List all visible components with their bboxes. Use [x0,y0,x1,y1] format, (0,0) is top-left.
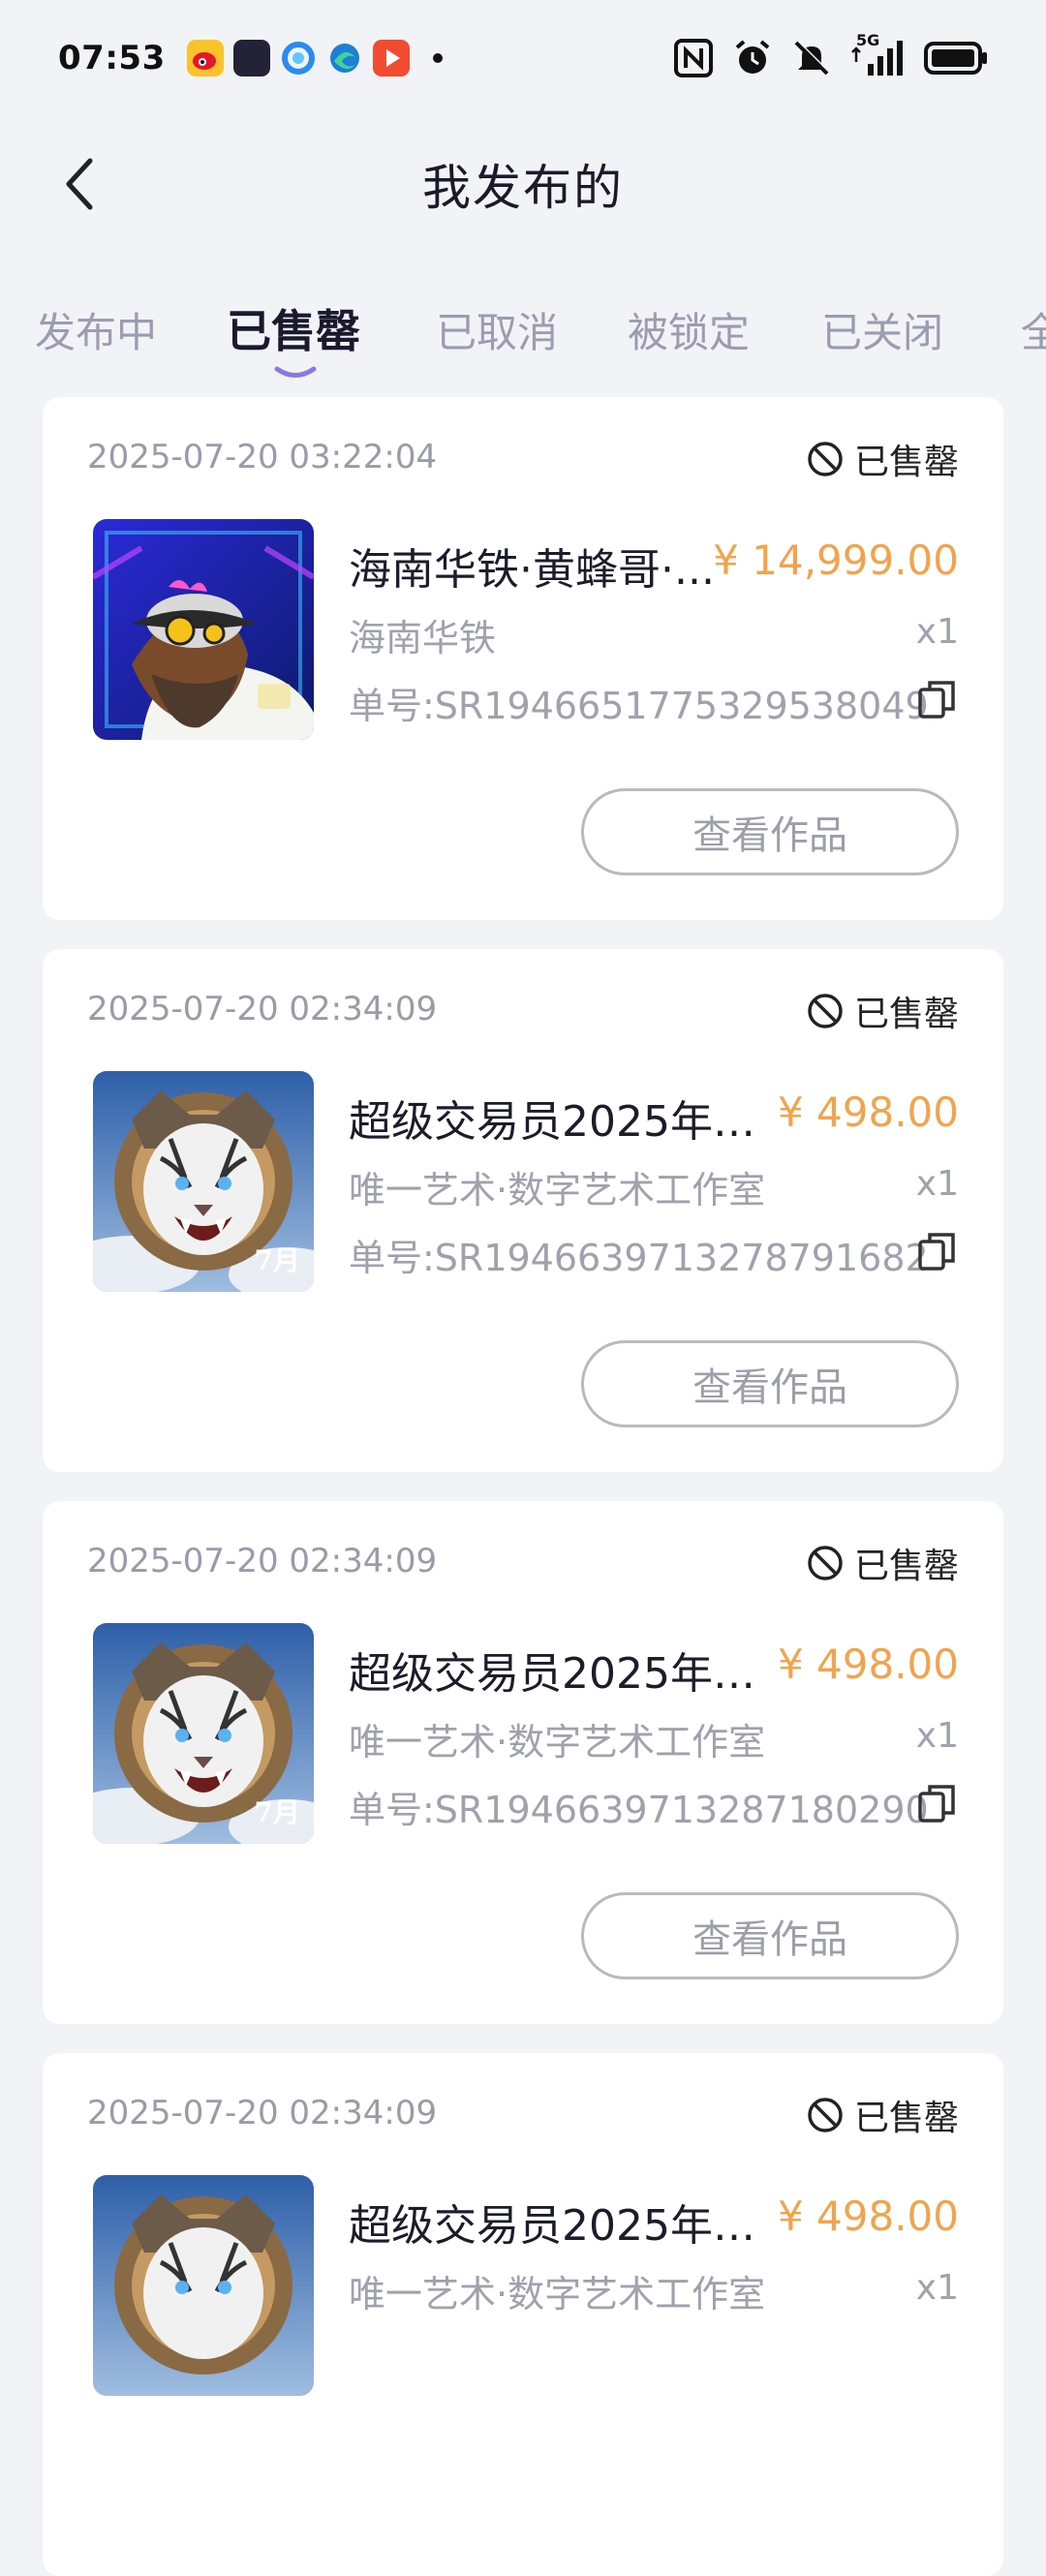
app-icon [232,40,270,77]
publisher-name: 唯一艺术·数字艺术工作室 [349,2273,766,2315]
month-label: 7月 [254,1796,300,1828]
page-title: 我发布的 [422,160,624,216]
quantity: x1 [915,1716,959,1756]
month-label: 7月 [254,1244,300,1276]
mute-icon [794,40,830,76]
prohibited-icon [808,2098,843,2132]
tab-sold-out[interactable]: 已售罄 [227,296,360,360]
status-label: 已售罄 [853,443,959,482]
view-work-button[interactable]: 查看作品 [581,1340,959,1427]
status-time: 07:53 [58,39,166,77]
product-title: 超级交易员2025年7... [349,1649,755,1699]
product-price: ¥ 14,999.00 [713,537,959,584]
order-number: 单号:SR1946639713287180290 [349,1789,929,1831]
product-image[interactable] [93,519,314,740]
publisher-name: 唯一艺术·数字艺术工作室 [349,1721,766,1763]
active-tab-indicator [274,366,317,378]
product-image[interactable]: 7月 [93,1071,314,1292]
prohibited-icon [808,1546,843,1580]
tab-locked[interactable]: 被锁定 [628,300,750,359]
order-card[interactable]: 2025-07-20 03:22:04 已售罄 海南华铁·黄蜂哥·... ¥ 1… [43,397,1003,920]
product-price: ¥ 498.00 [777,2193,959,2240]
status-label: 已售罄 [853,2099,959,2138]
order-date: 2025-07-20 02:34:09 [87,990,438,1028]
alarm-icon [735,40,770,74]
video-icon [372,40,410,77]
back-button[interactable] [45,145,112,223]
status-badge: 已售罄 [806,986,959,1036]
status-tabs: 发布中 已售罄 已取消 被锁定 已关闭 全 [0,291,1046,397]
order-card[interactable]: 2025-07-20 02:34:09 已售罄 7月 超级交易员2025年7..… [43,949,1003,1472]
product-price: ¥ 498.00 [777,1089,959,1136]
status-label: 已售罄 [853,995,959,1034]
edge-icon [326,40,363,77]
tab-cancelled[interactable]: 已取消 [436,300,558,359]
product-title: 海南华铁·黄蜂哥·... [349,545,715,595]
status-right: 5G [674,31,988,78]
status-label: 已售罄 [853,1547,959,1586]
product-image[interactable]: 7月 [93,1623,314,1844]
order-card[interactable]: 2025-07-20 02:34:09 已售罄 7月 超级交易员2025年7..… [43,1501,1003,2024]
chevron-left-icon [66,158,93,210]
tab-publishing[interactable]: 发布中 [35,300,157,359]
product-title: 超级交易员2025年7... [349,2201,755,2251]
prohibited-icon [808,442,843,476]
order-number: 单号:SR1946651775329538049 [349,685,929,727]
tab-closed[interactable]: 已关闭 [821,300,943,359]
copy-icon[interactable] [916,1230,959,1273]
order-number: 单号:SR1946639713278791682 [349,1237,929,1279]
copy-icon[interactable] [916,1782,959,1825]
more-dot-icon [432,53,443,63]
browser-icon [280,40,317,77]
view-work-button[interactable]: 查看作品 [581,1892,959,1979]
quantity: x1 [915,612,959,652]
quantity: x1 [915,2268,959,2308]
copy-icon[interactable] [916,678,959,721]
publisher-name: 唯一艺术·数字艺术工作室 [349,1169,766,1211]
nfc-icon [674,39,713,77]
status-app-icons [186,40,443,77]
weibo-icon [186,40,224,77]
order-date: 2025-07-20 02:34:09 [87,2094,438,2132]
tab-all[interactable]: 全 [1021,300,1046,359]
order-date: 2025-07-20 03:22:04 [87,438,438,476]
product-title: 超级交易员2025年7... [349,1097,755,1147]
status-badge: 已售罄 [806,1538,959,1588]
nav-header: 我发布的 [0,116,1046,252]
prohibited-icon [808,994,843,1028]
product-image[interactable] [93,2175,314,2396]
publisher-name: 海南华铁 [349,617,497,659]
order-card[interactable]: 2025-07-20 02:34:09 已售罄 超级交易员2025年7... ¥… [43,2053,1003,2576]
quantity: x1 [915,1164,959,1204]
product-price: ¥ 498.00 [777,1641,959,1688]
status-bar: 07:53 5G [0,0,1046,116]
view-work-button[interactable]: 查看作品 [581,788,959,875]
status-badge: 已售罄 [806,2090,959,2140]
battery-icon [924,42,987,75]
status-badge: 已售罄 [806,434,959,484]
signal-icon: 5G [850,31,905,77]
order-date: 2025-07-20 02:34:09 [87,1542,438,1580]
